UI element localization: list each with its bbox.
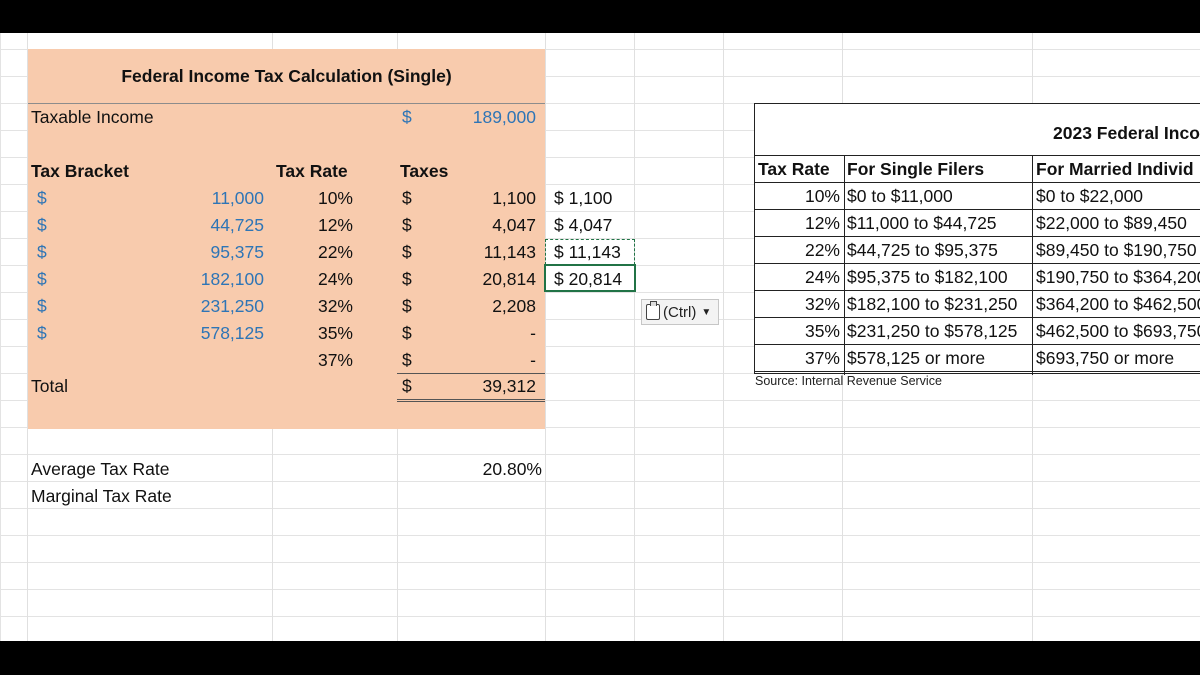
header-tax-bracket: Tax Bracket <box>31 161 129 181</box>
bracket-rate[interactable]: 12% <box>290 214 353 236</box>
reference-cell: 37% <box>804 348 840 368</box>
reference-cell: $44,725 to $95,375 <box>847 240 998 260</box>
bracket-currency: $ <box>37 242 47 262</box>
bracket-currency: $ <box>37 323 47 343</box>
bracket-currency: $ <box>37 269 47 289</box>
copied-value-cell[interactable]: $ 1,100 <box>554 187 612 209</box>
bracket-tax[interactable]: 20,814 <box>440 268 536 290</box>
bracket-threshold[interactable]: 11,000 <box>170 187 264 209</box>
tax-currency: $ <box>402 323 412 343</box>
reference-cell: $578,125 or more <box>847 348 986 368</box>
bracket-rate[interactable]: 10% <box>290 187 353 209</box>
reference-cell: $11,000 to $44,725 <box>847 213 997 233</box>
paste-options-button[interactable]: (Ctrl) ▼ <box>641 299 719 325</box>
bracket-tax[interactable]: - <box>440 322 536 344</box>
reference-cell: $95,375 to $182,100 <box>847 267 1008 287</box>
total-label: Total <box>31 376 68 396</box>
taxable-income-currency: $ <box>402 107 412 127</box>
bracket-threshold[interactable]: 231,250 <box>170 295 264 317</box>
reference-cell: $190,750 to $364,200 <box>1036 267 1200 287</box>
table-border <box>1032 155 1033 375</box>
copy-marquee <box>545 239 635 265</box>
bracket-threshold[interactable]: 182,100 <box>170 268 264 290</box>
reference-table-title: 2023 Federal Inco <box>1053 123 1200 143</box>
bracket-rate[interactable]: 37% <box>290 349 353 371</box>
tax-currency: $ <box>402 188 412 208</box>
header-taxes: Taxes <box>400 161 449 181</box>
reference-cell: $231,250 to $578,125 <box>847 321 1018 341</box>
bracket-threshold[interactable]: 95,375 <box>170 241 264 263</box>
tax-currency: $ <box>402 242 412 262</box>
average-tax-rate-value[interactable]: 20.80% <box>440 458 542 480</box>
bracket-rate[interactable]: 22% <box>290 241 353 263</box>
tax-currency: $ <box>402 269 412 289</box>
tax-currency: $ <box>402 350 412 370</box>
table-border <box>844 155 845 375</box>
reference-cell: 12% <box>804 213 840 233</box>
bracket-threshold[interactable]: 578,125 <box>170 322 264 344</box>
tax-currency: $ <box>402 215 412 235</box>
grid-column-line <box>723 33 724 641</box>
copied-value-cell[interactable]: $ 4,047 <box>554 214 612 236</box>
header-tax-rate: Tax Rate <box>276 161 348 181</box>
spreadsheet-grid[interactable]: Federal Income Tax Calculation (Single) … <box>0 33 1200 641</box>
reference-cell: $0 to $11,000 <box>847 186 953 206</box>
total-value[interactable]: 39,312 <box>440 375 536 397</box>
reference-cell: 22% <box>804 240 840 260</box>
total-bottom-border <box>397 399 545 402</box>
reference-cell: 32% <box>804 294 840 314</box>
reference-cell: $364,200 to $462,500 <box>1036 294 1200 314</box>
reference-cell: 24% <box>804 267 840 287</box>
total-currency: $ <box>402 376 412 396</box>
taxable-income-label: Taxable Income <box>31 107 154 127</box>
clipboard-icon <box>646 301 660 320</box>
source-note: Source: Internal Revenue Service <box>755 374 942 388</box>
reference-cell: $462,500 to $693,750 <box>1036 321 1200 341</box>
bracket-threshold[interactable]: 44,725 <box>170 214 264 236</box>
bracket-tax[interactable]: 4,047 <box>440 214 536 236</box>
reference-header-cell: For Married Individ <box>1036 159 1194 179</box>
bracket-currency: $ <box>37 188 47 208</box>
caret-down-icon: ▼ <box>701 306 712 318</box>
grid-column-line <box>634 33 635 641</box>
bracket-tax[interactable]: 11,143 <box>440 241 536 263</box>
reference-cell: $182,100 to $231,250 <box>847 294 1018 314</box>
bracket-rate[interactable]: 35% <box>290 322 353 344</box>
reference-cell: 35% <box>804 321 840 341</box>
taxable-income-value[interactable]: 189,000 <box>440 106 536 128</box>
table-title: Federal Income Tax Calculation (Single) <box>121 66 452 86</box>
bracket-tax[interactable]: - <box>440 349 536 371</box>
average-tax-rate-label: Average Tax Rate <box>31 459 170 479</box>
reference-header-cell: For Single Filers <box>847 159 985 179</box>
grid-column-line <box>545 33 546 641</box>
active-cell-selection[interactable] <box>544 264 636 292</box>
paste-options-label: (Ctrl) <box>663 303 697 321</box>
bracket-currency: $ <box>37 296 47 316</box>
reference-cell: $0 to $22,000 <box>1036 186 1144 206</box>
reference-cell: $693,750 or more <box>1036 348 1175 368</box>
reference-header-cell: Tax Rate <box>758 159 830 179</box>
federal-tax-brackets-table: 2023 Federal Inco Tax Rate For Single Fil… <box>754 103 1200 375</box>
bracket-rate[interactable]: 24% <box>290 268 353 290</box>
total-top-border <box>397 373 545 374</box>
reference-cell: $89,450 to $190,750 <box>1036 240 1197 260</box>
bracket-tax[interactable]: 1,100 <box>440 187 536 209</box>
table-border <box>755 371 1200 372</box>
reference-cell: $22,000 to $89,450 <box>1036 213 1187 233</box>
tax-currency: $ <box>402 296 412 316</box>
bracket-currency: $ <box>37 215 47 235</box>
reference-cell: 10% <box>804 186 840 206</box>
marginal-tax-rate-label: Marginal Tax Rate <box>31 486 172 506</box>
bracket-rate[interactable]: 32% <box>290 295 353 317</box>
title-divider <box>28 103 545 104</box>
bracket-tax[interactable]: 2,208 <box>440 295 536 317</box>
